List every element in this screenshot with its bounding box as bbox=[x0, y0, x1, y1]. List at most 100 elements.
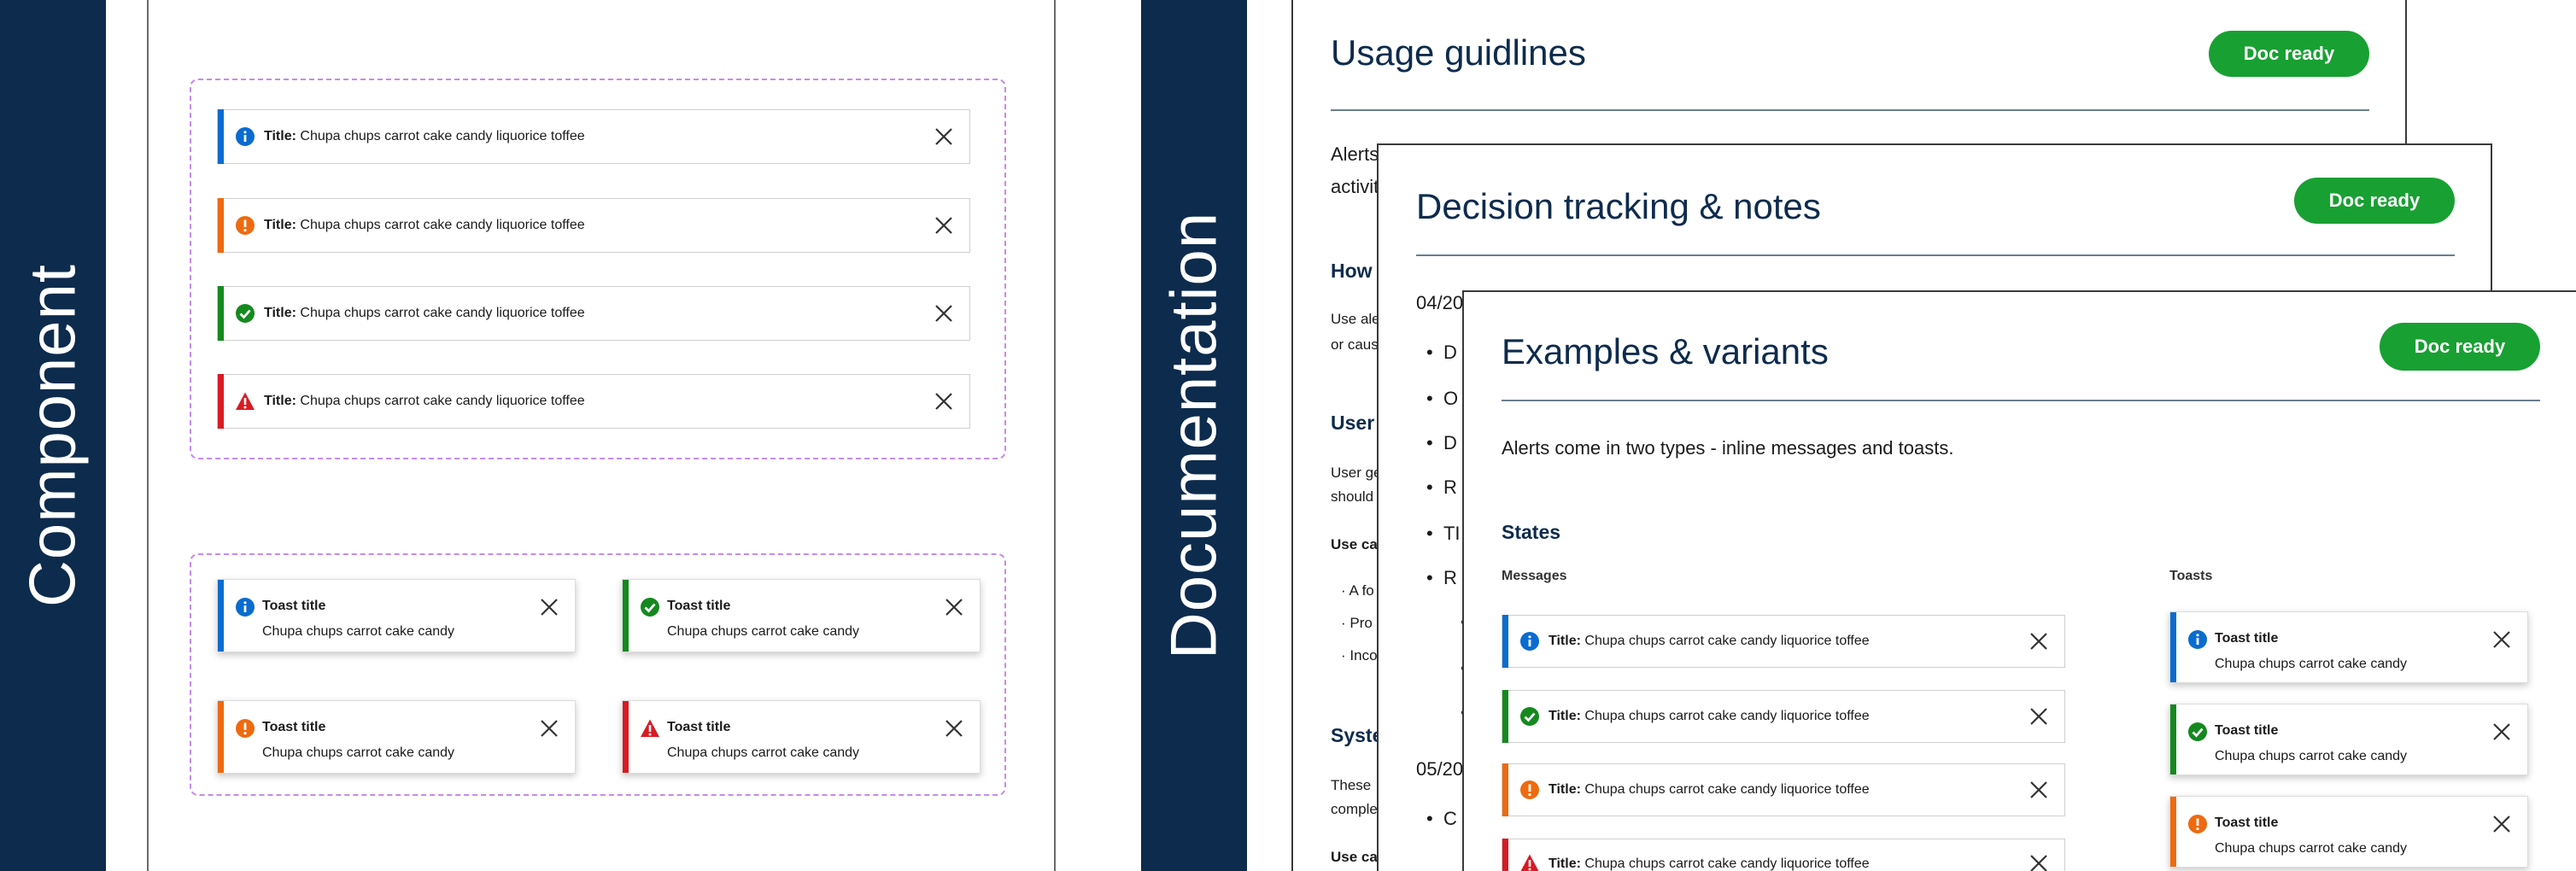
section-heading: Syste bbox=[1331, 724, 1384, 746]
message-title: Title: bbox=[264, 129, 296, 143]
close-icon[interactable] bbox=[944, 718, 964, 739]
divider bbox=[1502, 400, 2540, 401]
page-title: Examples & variants bbox=[1502, 331, 1829, 371]
list-item: · A fo bbox=[1341, 582, 1374, 599]
documentation-band: Documentation bbox=[1141, 0, 1247, 871]
info-icon bbox=[1519, 631, 1540, 652]
close-icon[interactable] bbox=[2491, 722, 2512, 742]
text-fragment: User ge bbox=[1331, 465, 1382, 481]
error-icon bbox=[640, 718, 660, 739]
success-icon bbox=[235, 303, 255, 324]
close-icon[interactable] bbox=[934, 391, 954, 412]
message-title: Title: bbox=[264, 218, 296, 232]
status-bar bbox=[623, 580, 629, 652]
close-icon[interactable] bbox=[944, 597, 964, 617]
status-bar bbox=[218, 109, 224, 164]
close-icon[interactable] bbox=[2029, 853, 2049, 871]
success-icon bbox=[2187, 722, 2208, 742]
status-bar bbox=[1502, 839, 1508, 871]
warning-icon bbox=[2187, 814, 2208, 834]
list-item: • D bbox=[1426, 342, 1457, 363]
message-title: Title: bbox=[264, 394, 296, 408]
status-bar bbox=[2170, 797, 2176, 867]
list-item: • R bbox=[1426, 476, 1457, 498]
toast-text: Chupa chups carrot cake candy bbox=[667, 745, 860, 760]
status-bar bbox=[1502, 690, 1508, 743]
close-icon[interactable] bbox=[2029, 631, 2049, 652]
text-fragment: Use ca bbox=[1331, 849, 1378, 865]
inline-message-error: Title: Chupa chups carrot cake candy liq… bbox=[217, 374, 970, 429]
toast-title: Toast title bbox=[2215, 815, 2279, 830]
date-label: 04/20 bbox=[1416, 292, 1464, 313]
close-icon[interactable] bbox=[2491, 629, 2512, 650]
toasts-group: Toast title Chupa chups carrot cake cand… bbox=[190, 553, 1006, 796]
date-label: 05/20 bbox=[1416, 758, 1464, 780]
list-item: • O bbox=[1426, 388, 1459, 409]
status-bar bbox=[2170, 704, 2176, 775]
toast-title: Toast title bbox=[2215, 723, 2279, 738]
status-bar bbox=[218, 701, 224, 773]
list-item: • TI bbox=[1426, 523, 1461, 544]
message-title: Title: bbox=[1549, 709, 1581, 723]
inline-message-info: Title: Chupa chups carrot cake candy liq… bbox=[217, 109, 970, 164]
list-item: • C bbox=[1426, 808, 1457, 829]
list-item: • D bbox=[1426, 432, 1457, 453]
column-label: Toasts bbox=[2169, 569, 2213, 583]
toast-text: Chupa chups carrot cake candy bbox=[667, 624, 860, 639]
doc-ready-badge: Doc ready bbox=[2380, 323, 2540, 371]
toast-text: Chupa chups carrot cake candy bbox=[262, 624, 455, 639]
status-bar bbox=[1502, 763, 1508, 816]
text-fragment: activit bbox=[1331, 176, 1379, 197]
section-heading: User bbox=[1331, 412, 1375, 434]
close-icon[interactable] bbox=[539, 718, 559, 739]
toast-info: Toast title Chupa chups carrot cake cand… bbox=[2169, 611, 2528, 683]
close-icon[interactable] bbox=[934, 215, 954, 236]
close-icon[interactable] bbox=[539, 597, 559, 617]
message-text: Chupa chups carrot cake candy liquorice … bbox=[300, 306, 585, 320]
inline-message-error: Title: Chupa chups carrot cake candy liq… bbox=[1502, 839, 2065, 871]
message-title: Title: bbox=[1549, 782, 1581, 797]
status-bar bbox=[218, 286, 224, 341]
toast-title: Toast title bbox=[667, 599, 731, 613]
warning-icon bbox=[235, 718, 255, 739]
toast-info: Toast title Chupa chups carrot cake cand… bbox=[217, 579, 576, 652]
success-icon bbox=[1519, 706, 1540, 727]
inline-message-warning: Title: Chupa chups carrot cake candy liq… bbox=[1502, 763, 2065, 816]
close-icon[interactable] bbox=[934, 126, 954, 147]
toast-title: Toast title bbox=[667, 720, 731, 734]
close-icon[interactable] bbox=[2491, 814, 2512, 834]
doc-ready-badge: Doc ready bbox=[2209, 31, 2369, 77]
close-icon[interactable] bbox=[934, 303, 954, 324]
inline-message-success: Title: Chupa chups carrot cake candy liq… bbox=[217, 286, 970, 341]
inline-messages-group: Title: Chupa chups carrot cake candy liq… bbox=[190, 79, 1006, 459]
message-title: Title: bbox=[1549, 634, 1581, 648]
toast-text: Chupa chups carrot cake candy bbox=[2215, 657, 2408, 671]
toast-error: Toast title Chupa chups carrot cake cand… bbox=[622, 700, 981, 774]
intro-text: Alerts come in two types - inline messag… bbox=[1502, 437, 1954, 459]
inline-message-success: Title: Chupa chups carrot cake candy liq… bbox=[1502, 690, 2065, 743]
success-icon bbox=[640, 597, 660, 617]
toast-text: Chupa chups carrot cake candy bbox=[262, 745, 455, 760]
inline-message-info: Title: Chupa chups carrot cake candy liq… bbox=[1502, 615, 2065, 668]
page-title: Decision tracking & notes bbox=[1416, 186, 1821, 226]
column-label: Messages bbox=[1502, 569, 1567, 583]
close-icon[interactable] bbox=[2029, 706, 2049, 727]
toast-success: Toast title Chupa chups carrot cake cand… bbox=[622, 579, 981, 652]
list-item: · Inco bbox=[1341, 647, 1378, 663]
toast-warning: Toast title Chupa chups carrot cake cand… bbox=[217, 700, 576, 774]
status-bar bbox=[623, 701, 629, 773]
message-text: Chupa chups carrot cake candy liquorice … bbox=[1584, 782, 1870, 797]
close-icon[interactable] bbox=[2029, 780, 2049, 800]
message-text: Chupa chups carrot cake candy liquorice … bbox=[1584, 634, 1870, 648]
page-title: Usage guidlines bbox=[1331, 32, 1586, 73]
info-icon bbox=[235, 597, 255, 617]
list-item: · Pro bbox=[1341, 615, 1373, 631]
text-fragment: should bbox=[1331, 488, 1374, 505]
documentation-band-label: Documentation bbox=[1157, 211, 1231, 660]
text-fragment: comple bbox=[1331, 801, 1378, 817]
error-icon bbox=[1519, 853, 1540, 871]
status-bar bbox=[1502, 615, 1508, 668]
message-text: Chupa chups carrot cake candy liquorice … bbox=[300, 394, 585, 408]
info-icon bbox=[235, 126, 255, 147]
component-frame: Title: Chupa chups carrot cake candy liq… bbox=[147, 0, 1056, 871]
